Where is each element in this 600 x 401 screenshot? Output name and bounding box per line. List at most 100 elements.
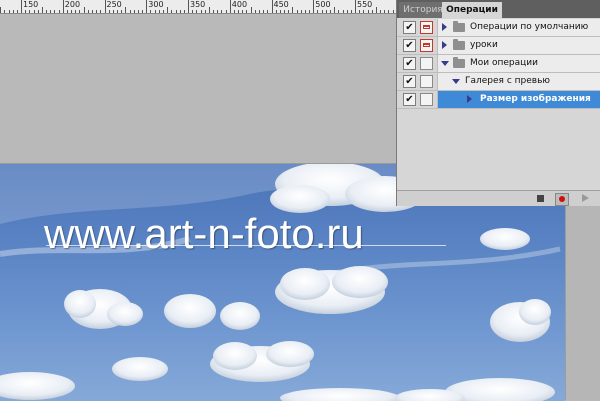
ruler-tick <box>154 10 156 13</box>
panel-footer <box>397 190 600 206</box>
ruler-tick <box>87 10 89 13</box>
ruler-tick <box>208 7 210 13</box>
ruler-label: 350 <box>190 0 206 9</box>
expand-arrow-icon[interactable] <box>442 23 447 31</box>
ruler-tick <box>279 10 281 13</box>
ruler-tick <box>250 7 252 13</box>
ruler-tick <box>66 10 68 13</box>
ruler-tick <box>342 10 344 13</box>
action-name-area[interactable]: уроки <box>437 37 600 54</box>
dialog-toggle-icon[interactable] <box>420 21 433 34</box>
ruler-tick <box>62 0 64 13</box>
play-icon[interactable] <box>582 194 589 202</box>
actions-panel: История Операции ✔ Операции по умолчанию… <box>396 0 600 206</box>
ruler-tick <box>162 10 164 13</box>
ruler-tick <box>196 10 198 13</box>
toggle-checkbox[interactable]: ✔ <box>403 93 416 106</box>
toggle-checkbox[interactable]: ✔ <box>403 57 416 70</box>
ruler-tick <box>137 10 139 13</box>
folder-icon <box>453 57 465 68</box>
actions-list: ✔ Операции по умолчанию ✔ уроки ✔ Мои оп… <box>397 19 600 109</box>
dialog-toggle-icon[interactable] <box>420 57 433 70</box>
ruler-tick <box>275 10 277 13</box>
collapse-arrow-icon[interactable] <box>441 61 449 66</box>
ruler-tick <box>104 0 106 13</box>
ruler-tick <box>133 10 135 13</box>
panel-tabbar: История Операции <box>397 0 600 18</box>
ruler-tick <box>363 10 365 13</box>
dialog-toggle-icon[interactable] <box>420 93 433 106</box>
ruler-tick <box>263 10 265 13</box>
ruler-tick <box>175 10 177 13</box>
tab-actions[interactable]: Операции <box>442 2 502 18</box>
ruler-tick <box>192 10 194 13</box>
ruler-tick <box>158 10 160 13</box>
ruler-tick <box>225 10 227 13</box>
ruler-tick <box>37 10 39 13</box>
ruler-tick <box>375 7 377 13</box>
ruler-tick <box>271 0 273 13</box>
ruler-tick <box>33 10 35 13</box>
ruler-tick <box>388 10 390 13</box>
action-step-image-size[interactable]: ✔ Размер изображения <box>397 91 600 109</box>
ruler-tick <box>29 10 31 13</box>
ruler-tick <box>284 10 285 13</box>
ruler-tick <box>392 10 394 13</box>
ruler-tick <box>292 7 294 13</box>
ruler-tick <box>183 10 185 13</box>
action-set-lessons[interactable]: ✔ уроки <box>397 37 600 55</box>
ruler-tick <box>238 10 240 13</box>
ruler-tick <box>121 10 123 13</box>
ruler-tick <box>355 0 356 13</box>
action-set-label: уроки <box>470 40 498 50</box>
ruler-tick <box>112 10 114 13</box>
ruler-tick <box>142 10 144 13</box>
ruler-tick <box>259 10 260 13</box>
expand-arrow-icon[interactable] <box>442 41 447 49</box>
ruler-tick <box>21 0 22 13</box>
ruler-tick <box>346 10 348 13</box>
dialog-toggle-icon[interactable] <box>420 39 433 52</box>
ruler-tick <box>71 10 73 13</box>
ruler-tick <box>233 10 235 13</box>
action-name-area[interactable]: Операции по умолчанию <box>437 19 600 36</box>
ruler-tick <box>200 10 202 13</box>
action-label: Галерея с превью <box>465 76 550 86</box>
expand-arrow-icon[interactable] <box>467 95 472 103</box>
ruler-tick <box>325 10 327 13</box>
ruler-label: 200 <box>64 0 81 9</box>
ruler-tick <box>367 10 369 13</box>
ruler-tick <box>296 10 298 13</box>
ruler-tick <box>179 10 181 13</box>
ruler-tick <box>54 10 56 13</box>
action-set-my[interactable]: ✔ Мои операции <box>397 55 600 73</box>
toggle-checkbox[interactable]: ✔ <box>403 75 416 88</box>
ruler-tick <box>359 10 361 13</box>
ruler-tick <box>204 10 206 13</box>
toggle-checkbox[interactable]: ✔ <box>403 39 416 52</box>
action-gallery-preview[interactable]: ✔ Галерея с превью <box>397 73 600 91</box>
stop-icon[interactable] <box>537 195 544 202</box>
action-name-area[interactable]: Размер изображения <box>437 91 600 108</box>
ruler-tick <box>304 10 306 13</box>
ruler-label: 400 <box>231 0 248 9</box>
action-name-area[interactable]: Галерея с превью <box>437 73 600 90</box>
ruler-label: 250 <box>106 0 122 9</box>
ruler-tick <box>300 10 302 13</box>
ruler-tick <box>129 10 131 13</box>
dialog-toggle-icon[interactable] <box>420 75 433 88</box>
ruler-tick <box>58 10 60 13</box>
ruler-tick <box>329 10 331 13</box>
ruler-tick <box>221 10 223 13</box>
collapse-arrow-icon[interactable] <box>452 79 460 84</box>
ruler-tick <box>41 7 43 13</box>
action-name-area[interactable]: Мои операции <box>437 55 600 72</box>
record-icon[interactable] <box>555 193 569 206</box>
action-set-label: Операции по умолчанию <box>470 22 589 32</box>
toggle-checkbox[interactable]: ✔ <box>403 21 416 34</box>
ruler-tick <box>146 0 148 13</box>
action-set-default[interactable]: ✔ Операции по умолчанию <box>397 19 600 37</box>
ruler-tick <box>380 10 382 13</box>
tab-history[interactable]: История <box>399 2 447 18</box>
ruler-tick <box>50 10 52 13</box>
